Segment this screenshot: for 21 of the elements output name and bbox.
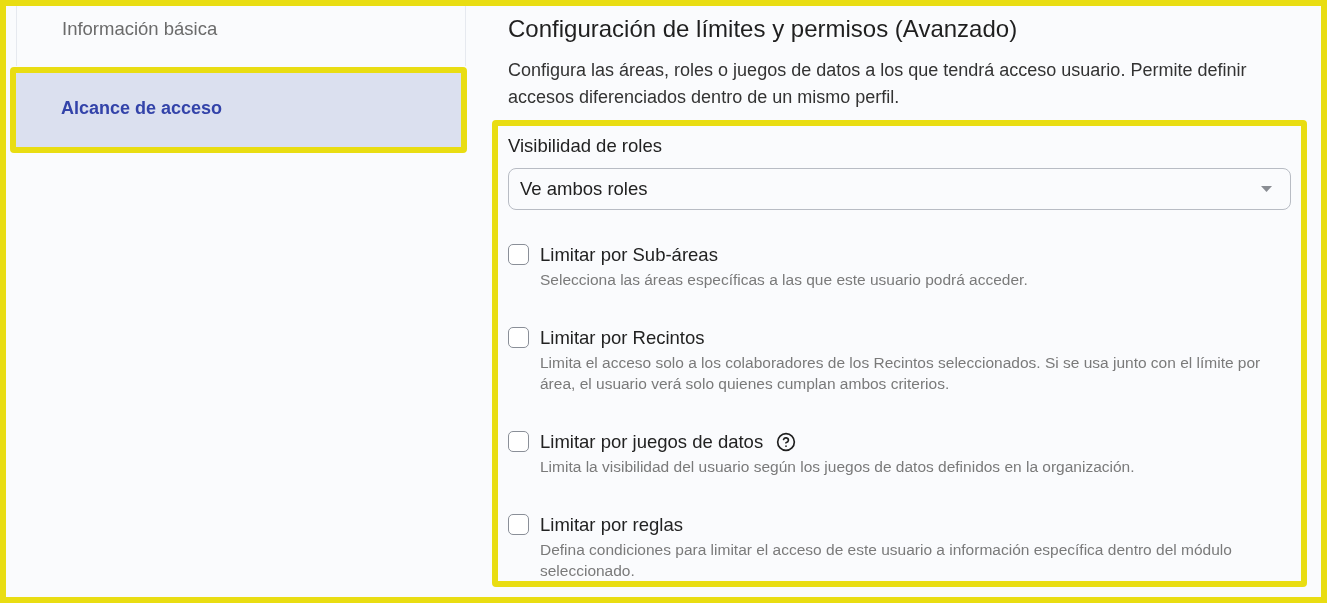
select-value: Ve ambos roles <box>520 177 649 201</box>
checkbox-label: Limitar por juegos de datos <box>540 430 764 454</box>
option-description: Defina condiciones para limitar el acceso de este usuario a información específica dentro del módulo seleccionado. <box>540 540 1233 581</box>
checkbox-label: Limitar por Sub-áreas <box>540 243 718 267</box>
sidebar-item[interactable]: Alcance de acceso <box>16 73 461 147</box>
option-description: Limita el acceso solo a los colaboradores de los Recintos seleccionados. Si se usa junto con el límite por área, el usuario verá solo quienes cumplan ambos criterios. <box>540 353 1262 394</box>
checkbox[interactable] <box>508 327 529 348</box>
help-icon[interactable] <box>776 432 797 452</box>
field-label: Visibilidad de roles <box>508 134 662 158</box>
role-visibility-select[interactable]: Ve ambos roles <box>508 168 1291 210</box>
checkbox[interactable] <box>508 431 529 452</box>
section-title: Configuración de límites y permisos (Avanzado) <box>507 14 1018 44</box>
checkbox-label: Limitar por reglas <box>540 513 683 537</box>
caret-icon <box>1261 186 1272 192</box>
checkbox[interactable] <box>508 244 529 265</box>
option-description: Selecciona las áreas específicas a las que este usuario podrá acceder. <box>540 270 1029 290</box>
option-description: Limita la visibilidad del usuario según los juegos de datos definidos en la organización. <box>540 457 1136 477</box>
checkbox[interactable] <box>508 514 529 535</box>
checkbox-label: Limitar por Recintos <box>540 326 705 350</box>
section-description: Configura las áreas, roles o juegos de datos a los que tendrá acceso usuario. Permite definir accesos diferenciados dentro de un mismo perfil. <box>508 59 1248 109</box>
sidebar-item[interactable]: Información básica <box>16 6 466 66</box>
